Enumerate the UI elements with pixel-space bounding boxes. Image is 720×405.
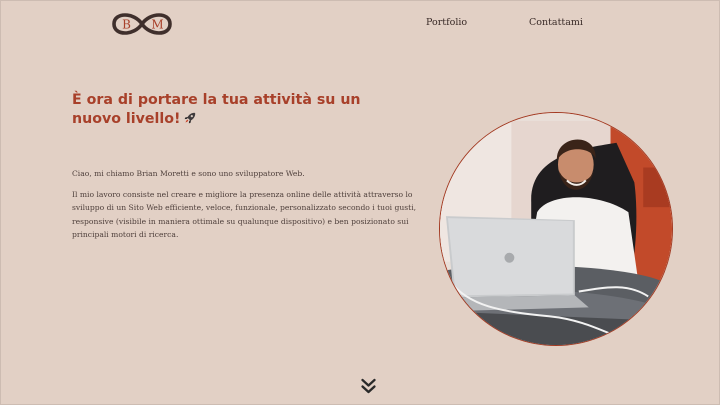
hero-headline: È ora di portare la tua attività su un n… [72,91,392,129]
hero-description: Il mio lavoro consiste nel creare e migl… [72,190,417,239]
hero-headline-text: È ora di portare la tua attività su un n… [72,92,361,127]
hero-intro: Ciao, mi chiamo Brian Moretti e sono uno… [72,169,305,178]
double-chevron-down-icon[interactable] [360,378,377,394]
developer-photo [439,112,673,346]
logo-letter-b: B [122,18,131,32]
logo-letter-m: M [151,18,163,32]
nav-portfolio-link[interactable]: Portfolio [426,17,467,28]
rocket-icon [185,112,196,124]
nav-contact-link[interactable]: Contattami [529,17,583,28]
logo[interactable]: B M [111,10,173,38]
